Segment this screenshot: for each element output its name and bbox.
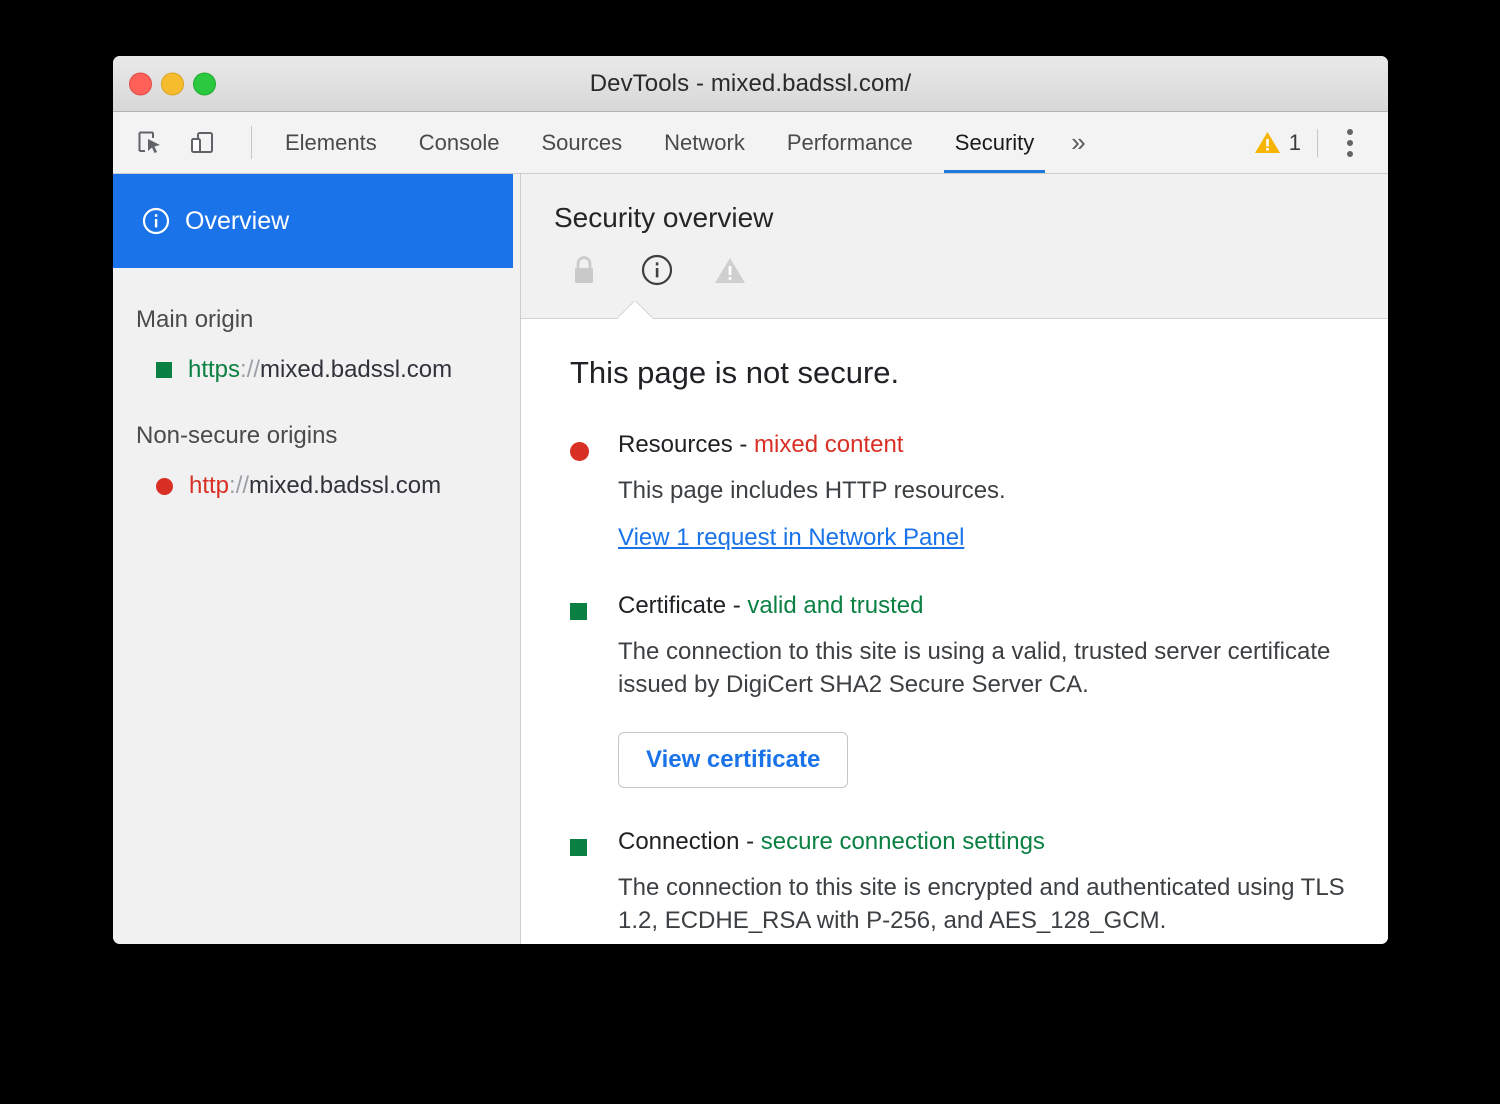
page-title: Security overview — [554, 202, 1388, 234]
window-title: DevTools - mixed.badssl.com/ — [590, 70, 912, 98]
info-circle-icon — [142, 207, 170, 235]
kebab-dot — [1347, 129, 1353, 135]
security-main-panel: Security overview — [521, 174, 1388, 944]
red-circle-icon — [156, 478, 173, 495]
warning-triangle-icon — [1254, 130, 1281, 155]
section-description: This page includes HTTP resources. — [618, 475, 1378, 508]
devtools-window: DevTools - mixed.badssl.com/ — [113, 56, 1388, 944]
active-state-pointer — [618, 301, 652, 319]
devtools-toolbar: Elements Console Sources Network Perform… — [113, 112, 1388, 174]
tab-performance[interactable]: Performance — [766, 112, 934, 173]
origin-url-insecure: http://mixed.badssl.com — [189, 472, 441, 500]
sidebar-item-overview[interactable]: Overview — [113, 174, 513, 268]
tab-security-label: Security — [955, 130, 1034, 156]
origin-scheme: http — [189, 472, 229, 499]
tab-performance-label: Performance — [787, 130, 913, 156]
section-bullet — [570, 592, 618, 620]
section-label: Resources — [618, 431, 733, 458]
devtools-body: Overview Main origin https://mixed.badss… — [113, 174, 1388, 944]
tab-sources[interactable]: Sources — [520, 112, 643, 173]
tab-console-label: Console — [419, 130, 500, 156]
toolbar-icon-group — [131, 112, 264, 173]
security-panel-content: This page is not secure. Resources - mix… — [521, 319, 1388, 944]
green-square-icon — [570, 603, 587, 620]
tab-network-label: Network — [664, 130, 745, 156]
sidebar-origin-item-insecure[interactable]: http://mixed.badssl.com — [113, 472, 520, 500]
section-certificate: Certificate - valid and trusted The conn… — [570, 592, 1388, 788]
toolbar-right-group: 1 — [1254, 112, 1388, 173]
window-controls — [129, 72, 216, 95]
origin-separator: :// — [240, 356, 260, 383]
section-connection: Connection - secure connection settings … — [570, 828, 1388, 944]
close-window-button[interactable] — [129, 72, 152, 95]
tab-console[interactable]: Console — [398, 112, 521, 173]
kebab-menu-icon[interactable] — [1328, 129, 1372, 157]
origin-scheme: https — [188, 356, 240, 383]
section-heading: Connection - secure connection settings — [618, 828, 1388, 856]
section-state: valid and trusted — [747, 592, 923, 619]
kebab-dot — [1347, 151, 1353, 157]
origin-separator: :// — [229, 472, 249, 499]
security-state-icons — [554, 253, 1388, 287]
security-panel-header: Security overview — [521, 174, 1388, 319]
maximize-window-button[interactable] — [193, 72, 216, 95]
window-titlebar: DevTools - mixed.badssl.com/ — [113, 56, 1388, 112]
section-bullet — [570, 828, 618, 856]
screenshot-root: DevTools - mixed.badssl.com/ — [0, 0, 1500, 1104]
inspect-element-icon[interactable] — [131, 124, 169, 162]
section-dash: - — [733, 431, 754, 458]
section-body: Connection - secure connection settings … — [618, 828, 1388, 944]
section-dash: - — [739, 828, 760, 855]
tab-elements[interactable]: Elements — [264, 112, 398, 173]
tab-elements-label: Elements — [285, 130, 377, 156]
section-bullet — [570, 431, 618, 461]
green-square-icon — [570, 839, 587, 856]
view-requests-link[interactable]: View 1 request in Network Panel — [618, 524, 964, 552]
section-description: The connection to this site is encrypted… — [618, 872, 1378, 938]
security-summary: This page is not secure. — [570, 355, 1388, 391]
section-heading: Certificate - valid and trusted — [618, 592, 1388, 620]
tab-security[interactable]: Security — [934, 112, 1055, 173]
chevron-double-right-icon: » — [1071, 127, 1084, 158]
sidebar-item-overview-label: Overview — [185, 207, 289, 236]
warning-indicator[interactable]: 1 — [1254, 130, 1317, 156]
more-tabs-button[interactable]: » — [1055, 112, 1100, 173]
toolbar-divider — [251, 126, 252, 159]
section-body: Resources - mixed content This page incl… — [618, 431, 1388, 552]
security-sidebar: Overview Main origin https://mixed.badss… — [113, 174, 521, 944]
section-body: Certificate - valid and trusted The conn… — [618, 592, 1388, 788]
origin-host: mixed.badssl.com — [260, 356, 452, 383]
section-label: Connection — [618, 828, 739, 855]
warning-triangle-icon — [713, 253, 747, 287]
section-dash: - — [726, 592, 747, 619]
info-circle-icon — [640, 253, 674, 287]
origin-host: mixed.badssl.com — [249, 472, 441, 499]
section-description: The connection to this site is using a v… — [618, 636, 1378, 702]
warning-count: 1 — [1289, 130, 1301, 156]
green-square-icon — [156, 362, 172, 378]
sidebar-group-non-secure-origins-title: Non-secure origins — [113, 422, 520, 450]
minimize-window-button[interactable] — [161, 72, 184, 95]
view-certificate-button[interactable]: View certificate — [618, 732, 848, 788]
section-state: mixed content — [754, 431, 903, 458]
section-label: Certificate — [618, 592, 726, 619]
kebab-dot — [1347, 140, 1353, 146]
tab-sources-label: Sources — [541, 130, 622, 156]
tab-network[interactable]: Network — [643, 112, 766, 173]
sidebar-group-main-origin-title: Main origin — [113, 306, 520, 334]
red-circle-icon — [570, 442, 589, 461]
origin-url-secure: https://mixed.badssl.com — [188, 356, 452, 384]
lock-icon — [567, 253, 601, 287]
panel-tabs: Elements Console Sources Network Perform… — [264, 112, 1101, 173]
sidebar-origin-item-secure[interactable]: https://mixed.badssl.com — [113, 356, 520, 384]
section-resources: Resources - mixed content This page incl… — [570, 431, 1388, 552]
section-heading: Resources - mixed content — [618, 431, 1388, 459]
toolbar-right-divider — [1317, 129, 1318, 157]
device-toolbar-icon[interactable] — [183, 124, 221, 162]
section-state: secure connection settings — [761, 828, 1045, 855]
